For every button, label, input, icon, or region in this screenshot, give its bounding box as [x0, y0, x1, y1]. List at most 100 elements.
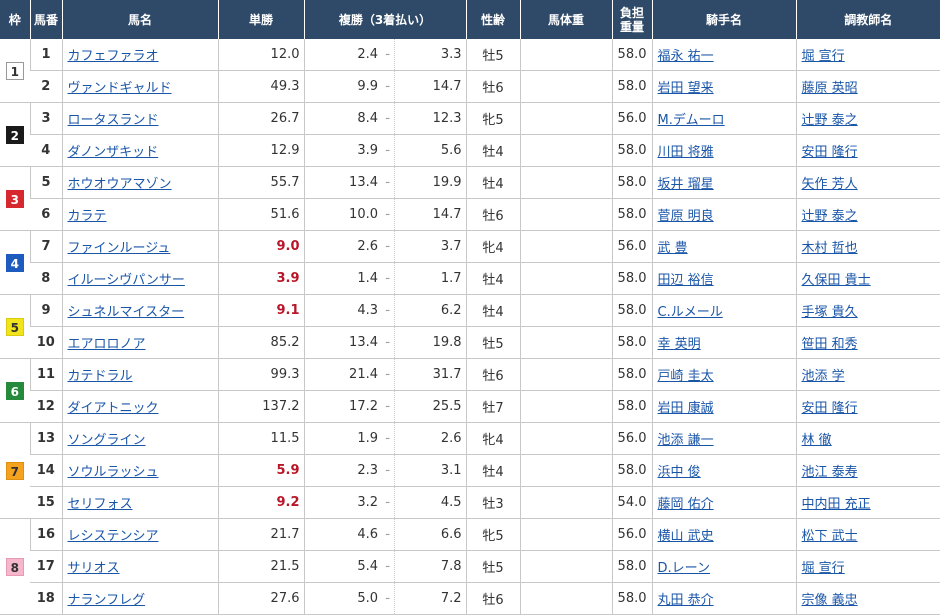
trainer-link[interactable]: 宗像 義忠: [802, 593, 858, 608]
sex-age: 牡6: [465, 582, 521, 615]
odds-table: 枠 馬番 馬名 単勝 複勝（3着払い） 性齢 馬体重 負担 重量 騎手名 調教師名…: [0, 0, 940, 615]
jockey-link[interactable]: 浜中 俊: [658, 465, 701, 480]
place-odds-min: 4.3: [303, 294, 382, 327]
jockey-link[interactable]: C.ルメール: [658, 305, 723, 320]
horse-name-cell: ダイアトニック: [61, 390, 218, 423]
jockey-link[interactable]: 池添 謙一: [658, 433, 714, 448]
frame-badge: 5: [5, 317, 24, 336]
horse-name-link[interactable]: イルーシヴパンサー: [68, 273, 185, 288]
place-odds-min: 8.4: [303, 102, 382, 135]
horse-name-link[interactable]: ナランフレグ: [68, 593, 146, 608]
horse-name-link[interactable]: ソウルラッシュ: [68, 465, 159, 480]
horse-name-link[interactable]: シュネルマイスター: [68, 305, 185, 320]
trainer-link[interactable]: 藤原 英昭: [802, 81, 858, 96]
horse-name-link[interactable]: ヴァンドギャルド: [68, 81, 172, 96]
trainer-link[interactable]: 辻野 泰之: [802, 113, 858, 128]
trainer-link[interactable]: 矢作 芳人: [802, 177, 858, 192]
horse-number: 7: [29, 230, 62, 263]
win-odds: 9.2: [217, 486, 304, 519]
horse-name-link[interactable]: エアロロノア: [68, 337, 146, 352]
horse-name-cell: ソウルラッシュ: [61, 454, 218, 487]
horse-name-link[interactable]: ソングライン: [68, 433, 146, 448]
win-odds: 85.2: [217, 326, 304, 359]
horse-name-link[interactable]: レシステンシア: [68, 529, 159, 544]
trainer-link[interactable]: 林 徹: [802, 433, 832, 448]
sex-age: 牝5: [465, 518, 521, 551]
body-weight: [519, 358, 613, 391]
table-row: 7 13 ソングライン 11.5 1.9-2.6 牝4 56.0 池添 謙一林 徹: [0, 422, 940, 519]
place-odds-separator: -: [382, 422, 394, 455]
horse-number: 8: [30, 262, 62, 295]
trainer-link[interactable]: 笹田 和秀: [802, 337, 858, 352]
horse-name-link[interactable]: カラテ: [68, 209, 107, 224]
jockey-link[interactable]: 横山 武史: [658, 529, 714, 544]
trainer-link[interactable]: 安田 隆行: [802, 401, 858, 416]
trainer-link[interactable]: 松下 武士: [802, 529, 858, 544]
jockey-link[interactable]: 坂井 瑠星: [658, 177, 714, 192]
win-odds: 55.7: [217, 166, 304, 199]
trainer-link[interactable]: 久保田 貴士: [802, 273, 871, 288]
trainer-link[interactable]: 辻野 泰之: [802, 209, 858, 224]
jockey-link[interactable]: 武 豊: [658, 241, 688, 256]
jockey-link[interactable]: 田辺 裕信: [658, 273, 714, 288]
horse-name-link[interactable]: ホウオウアマゾン: [68, 177, 172, 192]
body-weight: [519, 518, 613, 551]
body-weight: [519, 454, 613, 487]
jockey-link[interactable]: 岩田 望来: [658, 81, 714, 96]
carried-weight: 58.0: [611, 39, 653, 71]
place-odds-max: 3.7: [393, 230, 467, 263]
place-odds-separator: -: [382, 39, 394, 71]
jockey-link[interactable]: 藤岡 佑介: [658, 497, 714, 512]
carried-weight: 58.0: [611, 582, 653, 615]
horse-name-link[interactable]: カフェファラオ: [68, 49, 159, 64]
trainer-link[interactable]: 堀 宣行: [802, 49, 845, 64]
horse-name-cell: ダノンザキッド: [61, 134, 218, 167]
trainer-cell: 堀 宣行: [795, 39, 940, 71]
trainer-link[interactable]: 安田 隆行: [802, 145, 858, 160]
win-odds: 21.5: [217, 550, 304, 583]
horse-name-cell: ファインルージュ: [61, 230, 218, 263]
sex-age: 牡4: [465, 454, 521, 487]
place-odds-separator: -: [382, 262, 394, 295]
horse-name-cell: ホウオウアマゾン: [61, 166, 218, 199]
place-odds-max: 14.7: [393, 198, 467, 231]
win-odds: 27.6: [217, 582, 304, 615]
trainer-link[interactable]: 手塚 貴久: [802, 305, 858, 320]
horse-name-link[interactable]: ダイアトニック: [68, 401, 159, 416]
horse-number: 17: [30, 550, 62, 583]
jockey-link[interactable]: 福永 祐一: [658, 49, 714, 64]
header-carried-weight-line2: 重量: [620, 19, 645, 34]
trainer-link[interactable]: 中内田 充正: [802, 497, 871, 512]
jockey-link[interactable]: 川田 将雅: [658, 145, 714, 160]
body-weight: [519, 390, 613, 423]
jockey-link[interactable]: 菅原 明良: [658, 209, 714, 224]
jockey-link[interactable]: 幸 英明: [658, 337, 701, 352]
trainer-link[interactable]: 木村 哲也: [802, 241, 858, 256]
jockey-link[interactable]: D.レーン: [658, 561, 711, 576]
trainer-cell: 宗像 義忠: [795, 582, 940, 615]
horse-name-cell: ナランフレグ: [61, 582, 218, 615]
horse-name-link[interactable]: ダノンザキッド: [68, 145, 159, 160]
horse-name-link[interactable]: カテドラル: [68, 369, 133, 384]
place-odds-max: 1.7: [393, 262, 467, 295]
trainer-cell: 笹田 和秀: [795, 326, 940, 359]
jockey-link[interactable]: M.デムーロ: [658, 113, 725, 128]
place-odds-max: 3.1: [393, 454, 467, 487]
horse-name-cell: イルーシヴパンサー: [61, 262, 218, 295]
carried-weight: 58.0: [611, 70, 653, 103]
trainer-cell: 中内田 充正: [795, 486, 940, 519]
trainer-link[interactable]: 池江 泰寿: [802, 465, 858, 480]
horse-name-link[interactable]: ロータスランド: [68, 113, 159, 128]
jockey-link[interactable]: 戸崎 圭太: [658, 369, 714, 384]
jockey-link[interactable]: 丸田 恭介: [658, 593, 714, 608]
horse-number: 15: [30, 486, 62, 519]
horse-name-link[interactable]: ファインルージュ: [68, 241, 171, 256]
jockey-link[interactable]: 岩田 康誠: [658, 401, 714, 416]
place-odds-separator: -: [382, 294, 394, 327]
place-odds-min: 3.2: [303, 486, 382, 519]
horse-name-link[interactable]: セリフォス: [68, 497, 133, 512]
jockey-cell: 藤岡 佑介: [651, 486, 797, 519]
trainer-link[interactable]: 池添 学: [802, 369, 845, 384]
horse-name-link[interactable]: サリオス: [68, 561, 120, 576]
trainer-link[interactable]: 堀 宣行: [802, 561, 845, 576]
